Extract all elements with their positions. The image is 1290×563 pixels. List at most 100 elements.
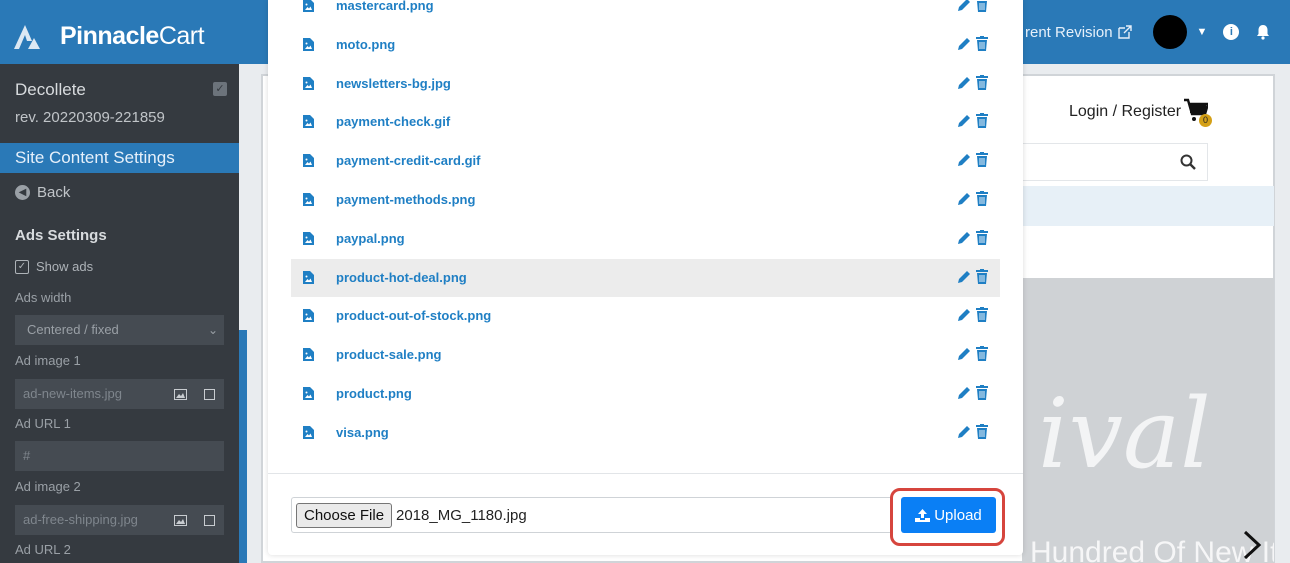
carousel-next-icon[interactable] [1242, 530, 1262, 560]
avatar[interactable] [1152, 15, 1187, 49]
trash-icon[interactable] [976, 423, 988, 439]
clear-image-icon[interactable] [195, 379, 224, 409]
modal-divider [268, 473, 1023, 474]
ad-url-2-label: Ad URL 2 [15, 542, 71, 557]
ad-image-2-input[interactable]: ad-free-shipping.jpg [15, 505, 166, 535]
image-file-icon [303, 0, 314, 12]
file-row[interactable]: payment-methods.png [291, 181, 1000, 219]
ad-image-1-input[interactable]: ad-new-items.jpg [15, 379, 166, 409]
image-file-icon [303, 76, 314, 90]
search-icon[interactable] [1180, 154, 1196, 170]
image-file-icon [303, 154, 314, 168]
arrow-left-icon: ◀ [15, 185, 30, 200]
file-chooser[interactable]: Choose File 2018_MG_1180.jpg [291, 497, 891, 533]
file-name-link[interactable]: paypal.png [336, 231, 405, 246]
file-row[interactable]: product-out-of-stock.png [291, 297, 1000, 335]
pencil-icon[interactable] [957, 114, 971, 128]
pencil-icon[interactable] [957, 76, 971, 90]
file-manager-modal: mastercard.png moto.png newsletters-bg.jpg… [268, 0, 1023, 555]
image-browse-icon[interactable] [166, 379, 195, 409]
file-row[interactable]: visa.png [291, 414, 1000, 452]
file-name-link[interactable]: product.png [336, 386, 412, 401]
logo-mark-icon [14, 24, 40, 49]
show-ads-checkbox[interactable]: ✓ Show ads [15, 259, 93, 274]
chosen-file-name: 2018_MG_1180.jpg [396, 507, 527, 524]
sidebar-section-title[interactable]: Site Content Settings [0, 143, 239, 173]
preview-accent-strip [239, 330, 247, 563]
file-row[interactable]: product.png [291, 375, 1000, 413]
current-revision-link[interactable]: rent Revision [1025, 24, 1113, 41]
brand-logo[interactable]: PinnacleCart [14, 22, 205, 51]
ad-image-1-label: Ad image 1 [15, 353, 81, 368]
trash-icon[interactable] [976, 346, 988, 362]
file-name-link[interactable]: mastercard.png [336, 0, 434, 13]
image-file-icon [303, 37, 314, 51]
image-file-icon [303, 270, 314, 284]
ads-width-value: Centered / fixed [27, 322, 119, 337]
image-file-icon [303, 425, 314, 439]
ad-image-2-label: Ad image 2 [15, 479, 81, 494]
info-icon[interactable]: i [1223, 24, 1240, 40]
check-icon[interactable]: ✓ [213, 82, 227, 96]
file-row[interactable]: newsletters-bg.jpg [291, 65, 1000, 103]
pencil-icon[interactable] [957, 192, 971, 206]
file-row[interactable]: moto.png [291, 26, 1000, 64]
file-name-link[interactable]: product-out-of-stock.png [336, 308, 491, 323]
brand-name: PinnacleCart [60, 22, 205, 50]
upload-button[interactable]: Upload [901, 497, 996, 533]
image-file-icon [303, 193, 314, 206]
pencil-icon[interactable] [957, 153, 971, 167]
login-register-link[interactable]: Login / Register [1069, 103, 1181, 121]
pencil-icon[interactable] [957, 0, 971, 12]
pencil-icon[interactable] [957, 270, 971, 284]
file-name-link[interactable]: payment-check.gif [336, 114, 450, 129]
pencil-icon[interactable] [957, 347, 971, 361]
choose-file-button[interactable]: Choose File [296, 503, 393, 528]
ad-url-1-input[interactable]: # [15, 441, 224, 471]
image-browse-icon[interactable] [166, 505, 195, 535]
file-name-link[interactable]: visa.png [336, 425, 389, 440]
checkbox-checked-icon[interactable]: ✓ [15, 259, 29, 274]
file-name-link[interactable]: product-hot-deal.png [336, 270, 467, 285]
trash-icon[interactable] [976, 385, 988, 400]
bell-icon[interactable] [1255, 24, 1271, 40]
file-row[interactable]: paypal.png [291, 220, 1000, 258]
image-file-icon [303, 231, 314, 245]
upload-label: Upload [934, 506, 982, 524]
pencil-icon[interactable] [957, 308, 971, 322]
cart-count-badge: 0 [1199, 114, 1212, 127]
pencil-icon[interactable] [957, 425, 971, 439]
ads-width-select[interactable]: Centered / fixed ⌄ [15, 315, 224, 345]
file-row[interactable]: product-sale.png [291, 336, 1000, 374]
preview-nav-band [1022, 186, 1274, 226]
ad-url-1-label: Ad URL 1 [15, 416, 71, 431]
trash-icon[interactable] [976, 0, 988, 12]
clear-image-icon[interactable] [195, 505, 224, 535]
file-row[interactable]: payment-credit-card.gif [291, 142, 1000, 180]
pencil-icon[interactable] [957, 37, 971, 51]
file-name-link[interactable]: product-sale.png [336, 347, 441, 362]
trash-icon[interactable] [976, 113, 988, 129]
pencil-icon[interactable] [957, 231, 971, 245]
chevron-down-icon[interactable]: ▼ [1197, 26, 1208, 38]
external-link-icon[interactable] [1117, 24, 1133, 40]
trash-icon[interactable] [976, 268, 988, 284]
revision-label: rev. 20220309-221859 [15, 109, 165, 126]
trash-icon[interactable] [976, 74, 988, 90]
trash-icon[interactable] [976, 229, 988, 245]
file-name-link[interactable]: payment-methods.png [336, 192, 475, 207]
file-name-link[interactable]: payment-credit-card.gif [336, 153, 480, 168]
image-file-icon [303, 348, 314, 362]
pencil-icon[interactable] [957, 386, 971, 400]
trash-icon[interactable] [976, 191, 988, 206]
file-row[interactable]: mastercard.png [291, 0, 1000, 25]
file-name-link[interactable]: moto.png [336, 37, 395, 52]
image-file-icon [303, 115, 314, 129]
trash-icon[interactable] [976, 307, 988, 323]
trash-icon[interactable] [976, 35, 988, 51]
file-name-link[interactable]: newsletters-bg.jpg [336, 76, 451, 91]
trash-icon[interactable] [976, 152, 988, 168]
back-link[interactable]: ◀ Back [15, 184, 70, 201]
file-row[interactable]: product-hot-deal.png [291, 258, 1000, 297]
file-row[interactable]: payment-check.gif [291, 103, 1000, 141]
